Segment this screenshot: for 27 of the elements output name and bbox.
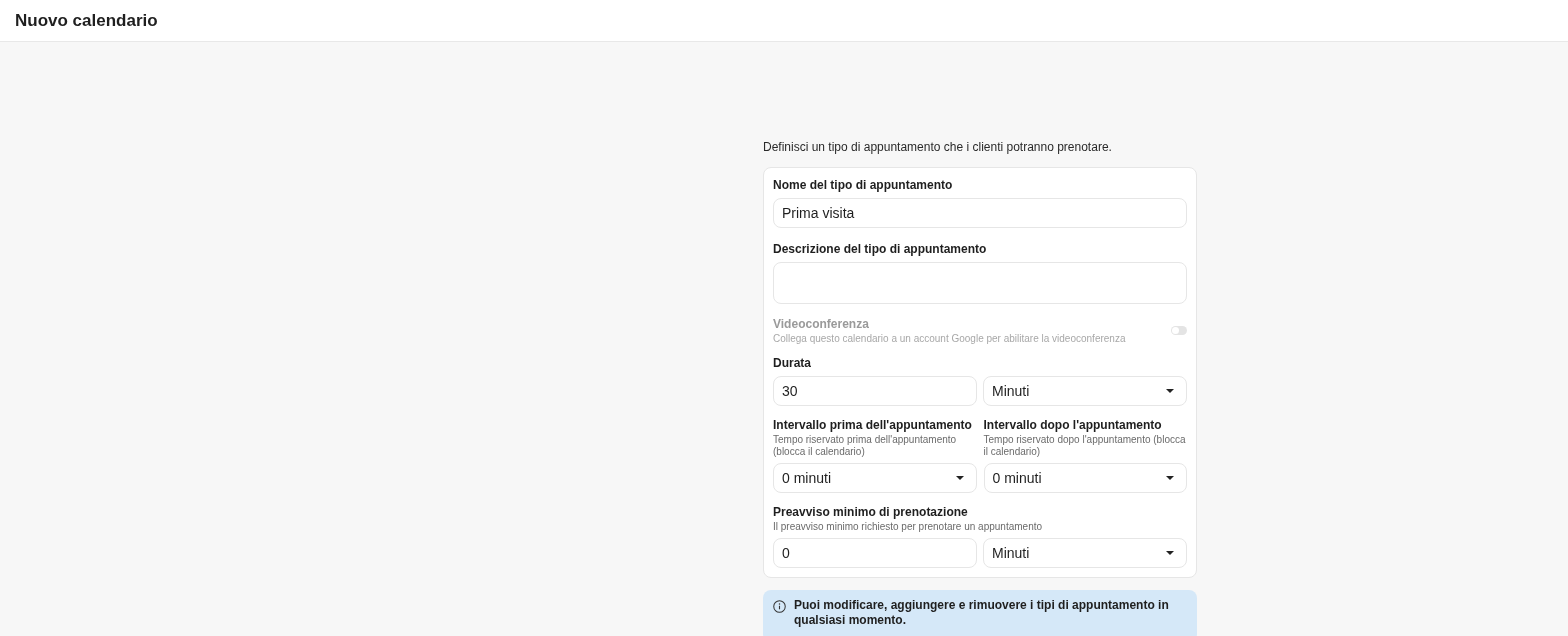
caret-icon bbox=[955, 476, 964, 480]
page-title: Nuovo calendario bbox=[15, 9, 158, 32]
intro-text: Definisci un tipo di appuntamento che i clienti potranno prenotare. bbox=[763, 140, 1113, 154]
field-hint: Collega questo calendario a un account Google per abilitare la videoconferenza bbox=[773, 333, 1126, 345]
caret-icon bbox=[1166, 389, 1174, 393]
field-label: Preavviso minimo di prenotazione bbox=[773, 504, 969, 520]
textarea-field[interactable] bbox=[773, 262, 1187, 304]
field-label: Durata bbox=[773, 355, 812, 371]
caret-icon bbox=[1166, 476, 1174, 480]
select-field[interactable]: Minuti bbox=[983, 376, 1187, 406]
select-field[interactable]: 0 minuti bbox=[773, 463, 977, 493]
info-icon bbox=[773, 600, 786, 613]
field-label: Nome del tipo di appuntamento bbox=[773, 177, 954, 193]
caret-icon bbox=[1166, 551, 1174, 555]
field-label: Intervallo dopo l'appuntamento bbox=[983, 417, 1163, 433]
field-hint: Tempo riservato dopo l'appuntamento (blocca il calendario) bbox=[983, 434, 1187, 458]
field-label: Descrizione del tipo di appuntamento bbox=[773, 241, 988, 257]
select-field[interactable]: 0 minuti bbox=[983, 463, 1187, 493]
input-field[interactable]: Prima visita bbox=[773, 198, 1187, 228]
input-field[interactable]: 0 bbox=[773, 538, 977, 568]
input-field[interactable]: 30 bbox=[773, 376, 977, 406]
field-hint: Tempo riservato prima dell'appuntamento (blocca il calendario) bbox=[773, 434, 958, 458]
field-label: Videoconferenza bbox=[773, 316, 870, 332]
field-hint: Il preavviso minimo richiesto per prenotare un appuntamento bbox=[773, 521, 1044, 533]
field-label: Intervallo prima dell'appuntamento bbox=[773, 417, 973, 433]
select-field[interactable]: Minuti bbox=[983, 538, 1187, 568]
info-text: Puoi modificare, aggiungere e rimuovere i tipi di appuntamento in qualsiasi momento. bbox=[794, 598, 1170, 628]
